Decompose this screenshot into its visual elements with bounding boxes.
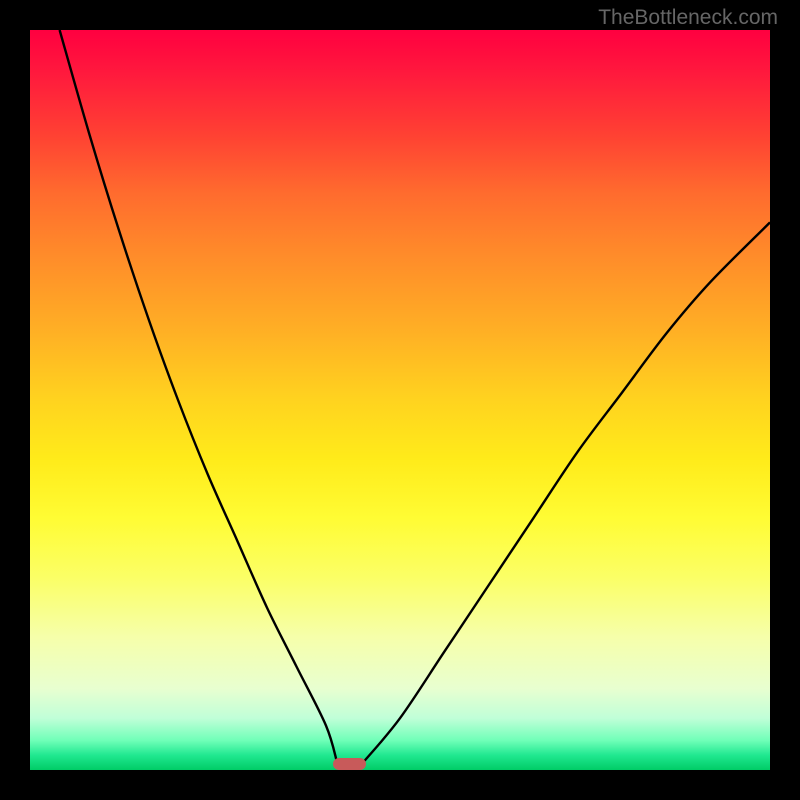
left-curve [60, 30, 338, 763]
chart-plot-area [30, 30, 770, 770]
bottleneck-marker [333, 758, 366, 770]
right-curve [363, 222, 770, 762]
watermark-text: TheBottleneck.com [598, 6, 778, 30]
curve-layer [30, 30, 770, 770]
